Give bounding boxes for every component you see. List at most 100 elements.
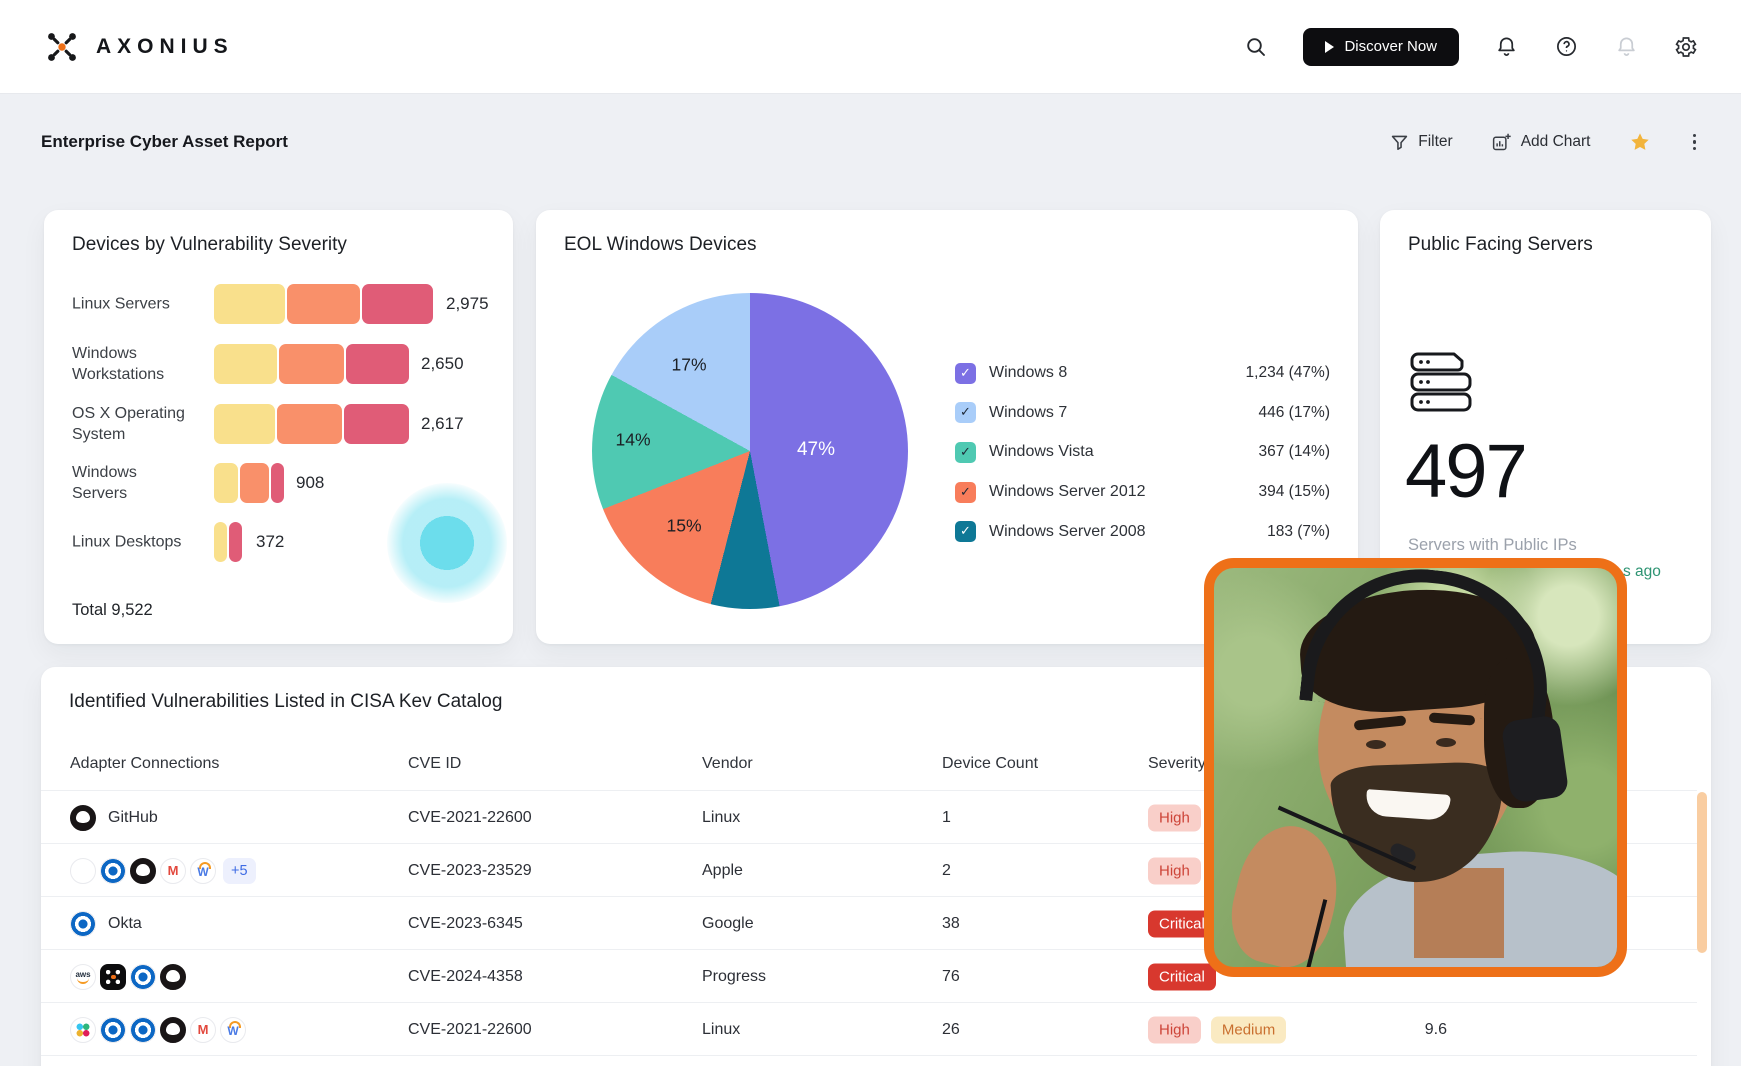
dashboard: AXONIUS Discover Now [0,0,1741,1066]
vendor-cell: Progress [702,968,766,986]
severity-row-label: Linux Desktops [72,531,190,552]
github-adapter-icon[interactable] [70,805,96,831]
legend-label: Windows Server 2008 [989,523,1146,541]
help-icon[interactable] [1553,34,1579,60]
severity-row-value: 908 [296,473,324,493]
device-count-cell: 38 [942,915,960,933]
filter-label: Filter [1418,133,1452,151]
table-row[interactable]: CVE-2021-22600Linux26HighMedium9.6 [41,1002,1697,1056]
devices-by-vulnerability-card: Devices by Vulnerability Severity Linux … [44,210,513,644]
legend-row: ✓ Windows 7 446 (17%) [955,402,1330,424]
add-chart-button[interactable]: Add Chart [1491,132,1591,153]
legend-value: 183 (7%) [1267,523,1330,541]
gmail-adapter-icon[interactable] [190,1017,216,1043]
search-icon[interactable] [1243,34,1269,60]
severity-badge-critical: Critical [1148,963,1216,990]
legend-value: 446 (17%) [1258,404,1330,422]
slack-adapter-icon[interactable] [70,1017,96,1043]
okta-adapter-icon[interactable] [100,858,126,884]
col-vendor[interactable]: Vendor [702,755,753,773]
filter-button[interactable]: Filter [1390,133,1452,152]
severity-row-label: Linux Servers [72,293,190,314]
github-adapter-icon[interactable] [160,964,186,990]
legend-row: ✓Windows 81,234 (47%) [955,362,1330,384]
col-severity[interactable]: Severity [1148,755,1206,773]
cve-cell: CVE-2023-23529 [408,862,532,880]
more-adapters-badge[interactable]: +5 [223,858,256,884]
axonius-logo[interactable]: AXONIUS [42,27,234,67]
public-servers-count: 497 [1405,428,1526,515]
bar-segment [344,404,409,444]
severity-stacked-bar[interactable] [214,463,284,503]
severity-total: Total 9,522 [72,601,153,620]
worange-adapter-icon[interactable] [220,1017,246,1043]
eol-pie-chart[interactable]: 47% 17% 14% 15% [592,293,908,609]
person-hand [1221,816,1352,976]
vendor-cell: Google [702,915,754,933]
triangle-adapter-icon[interactable] [70,858,96,884]
add-chart-label: Add Chart [1521,133,1591,151]
top-nav: AXONIUS Discover Now [0,0,1741,94]
person-eye [1436,738,1456,747]
settings-icon[interactable] [1673,34,1699,60]
filter-icon [1390,133,1409,152]
legend-checkbox[interactable]: ✓ [955,521,976,542]
legend-checkbox[interactable]: ✓ [955,442,976,463]
discover-now-label: Discover Now [1344,38,1437,55]
table-row[interactable]: Medium [41,1055,1697,1066]
more-options-icon[interactable] [1689,130,1701,155]
okta-adapter-icon[interactable] [70,911,96,937]
severity-badge-high: High [1148,804,1201,831]
announcement-icon[interactable] [1493,34,1519,60]
public-servers-subtitle: Servers with Public IPs [1408,536,1577,555]
legend-label: Windows Server 2012 [989,483,1146,501]
bar-segment [277,404,342,444]
legend-value: 367 (14%) [1258,443,1330,461]
bar-segment [229,522,242,562]
vendor-cell: Linux [702,809,740,827]
okta-adapter-icon[interactable] [130,964,156,990]
okta-adapter-icon[interactable] [100,1017,126,1043]
col-device-count[interactable]: Device Count [942,755,1038,773]
okta-adapter-icon[interactable] [130,1017,156,1043]
bar-segment [214,404,275,444]
github-adapter-icon[interactable] [160,1017,186,1043]
axonius-adapter-icon[interactable] [100,964,126,990]
servers-card-title: Public Facing Servers [1408,234,1593,256]
cve-cell: CVE-2021-22600 [408,809,532,827]
legend-checkbox[interactable]: ✓ [955,402,976,423]
person-neck [1414,868,1504,958]
col-cve-id[interactable]: CVE ID [408,755,461,773]
report-header: Enterprise Cyber Asset Report Filter Add… [41,120,1700,164]
github-adapter-icon[interactable] [130,858,156,884]
severity-stacked-bar[interactable] [214,284,433,324]
device-count-cell: 76 [942,968,960,986]
adapter-name: GitHub [108,809,158,827]
bar-segment [240,463,269,503]
adapter-connections-cell: Okta [70,911,142,937]
table-scrollbar-thumb[interactable] [1697,792,1707,953]
brand-name: AXONIUS [96,35,234,59]
severity-stacked-bar[interactable] [214,522,242,562]
col-adapter-connections[interactable]: Adapter Connections [70,755,219,773]
pie-label-17: 17% [671,355,706,376]
legend-label: Windows 7 [989,404,1067,422]
legend-checkbox[interactable]: ✓ [955,482,976,503]
legend-checkbox[interactable]: ✓ [955,363,976,384]
legend-value: 1,234 (47%) [1246,364,1330,382]
notifications-icon[interactable] [1613,34,1639,60]
favorite-star-icon[interactable] [1629,131,1651,153]
severity-stacked-bar[interactable] [214,344,409,384]
axonius-logo-icon [42,27,82,67]
last-updated-fragment: s ago [1623,563,1661,581]
aws-adapter-icon[interactable] [70,964,96,990]
headset-earcup [1501,714,1570,803]
gmail-adapter-icon[interactable] [160,858,186,884]
legend-row: ✓ Windows Server 2008 183 (7%) [955,521,1330,543]
worange-adapter-icon[interactable] [190,858,216,884]
severity-stacked-bar[interactable] [214,404,409,444]
table-title: Identified Vulnerabilities Listed in CIS… [69,691,502,713]
severity-row: Windows Workstations2,650 [72,344,492,384]
device-count-cell: 26 [942,1021,960,1039]
discover-now-button[interactable]: Discover Now [1303,28,1459,66]
